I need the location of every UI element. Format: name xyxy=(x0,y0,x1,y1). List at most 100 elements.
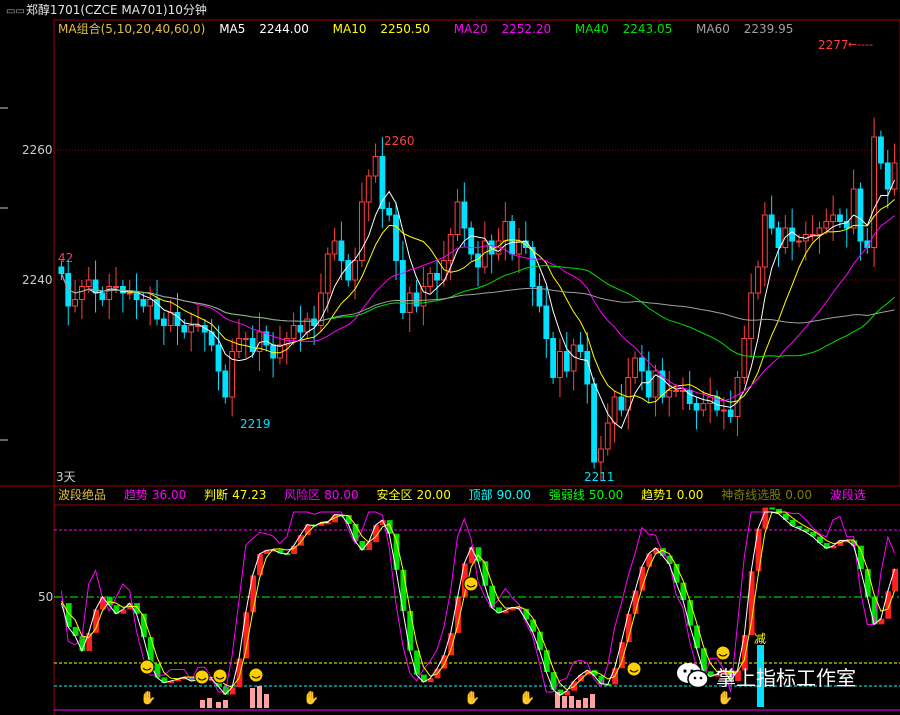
chart-area[interactable]: 2260 2240 42 3天 2277 ←---- 2260 2219 221… xyxy=(0,0,900,715)
candle-body xyxy=(741,338,748,378)
magic-line-value: 0.00 xyxy=(785,488,812,502)
candle-body xyxy=(720,409,727,412)
candle-body xyxy=(748,292,755,339)
candle-body xyxy=(160,318,167,326)
candle-body xyxy=(632,357,638,378)
candle-body xyxy=(878,136,884,164)
candle-body xyxy=(857,188,864,242)
safe-value: 20.00 xyxy=(416,488,451,502)
candle-body xyxy=(577,344,584,352)
candle-body xyxy=(106,286,113,300)
indicator-bar xyxy=(864,569,871,597)
candle-body xyxy=(823,221,830,229)
candle-body xyxy=(796,240,802,243)
candle-body xyxy=(516,240,522,255)
candle-body xyxy=(181,325,188,333)
candle-body xyxy=(167,312,174,326)
candle-body xyxy=(604,422,611,450)
watermark: 掌上指标工作室 xyxy=(676,656,856,696)
candle-body xyxy=(386,208,393,216)
candle-body xyxy=(188,325,195,333)
candle-body xyxy=(311,318,318,326)
indicator-bar xyxy=(400,569,407,611)
indicator-volume-bar xyxy=(207,698,212,708)
candle-body xyxy=(488,240,495,255)
candle-body xyxy=(399,260,406,313)
indicator-bar xyxy=(885,591,892,619)
candle-body xyxy=(734,377,741,417)
candle-body xyxy=(85,279,92,287)
indicator-bar xyxy=(769,507,776,510)
candle-body xyxy=(413,292,420,307)
candle-body xyxy=(755,266,761,294)
indicator-volume-bar xyxy=(257,686,262,708)
candle-body xyxy=(673,390,679,392)
candle-body xyxy=(454,201,461,235)
candle-body xyxy=(92,279,99,294)
candle-body xyxy=(242,338,249,340)
candle-body xyxy=(775,227,782,248)
candle-body xyxy=(502,221,509,242)
candle-body xyxy=(133,292,140,300)
candle-body xyxy=(570,344,577,372)
candle-body xyxy=(475,253,481,268)
thumbs-up-icon: ✋ xyxy=(519,690,535,706)
candle-body xyxy=(591,383,598,463)
smiley-icon xyxy=(212,668,228,684)
candle-body xyxy=(147,299,154,307)
top-label: 顶部 xyxy=(468,488,493,502)
candle-body xyxy=(830,214,837,222)
candle-body xyxy=(393,214,399,261)
candle-body xyxy=(871,136,878,248)
thumbs-up-icon: ✋ xyxy=(140,690,156,706)
trend1-value: 0.00 xyxy=(676,488,704,502)
smiley-icon xyxy=(626,661,642,677)
indicator-name[interactable]: 波段绝品 xyxy=(58,488,106,502)
watermark-text: 掌上指标工作室 xyxy=(716,665,856,690)
wechat-icon xyxy=(677,663,709,689)
candle-body xyxy=(372,156,379,177)
candle-body xyxy=(679,390,686,392)
high-marker-label: 2277 xyxy=(818,38,849,52)
candle-body xyxy=(461,201,468,229)
indicator-bar xyxy=(892,568,898,592)
candle-body xyxy=(584,351,591,385)
candle-body xyxy=(761,214,768,268)
smiley-signals xyxy=(139,576,731,685)
smiley-icon xyxy=(194,669,210,685)
indicator-volume-bars xyxy=(200,686,595,708)
candle-body xyxy=(638,357,645,372)
candle-body xyxy=(837,214,843,222)
safe-label: 安全区 xyxy=(376,488,413,502)
candle-body xyxy=(174,312,181,326)
period-label: 3天 xyxy=(56,470,76,484)
candle-body xyxy=(550,338,557,378)
buy-signal-label: 减 xyxy=(754,632,766,646)
candle-body xyxy=(434,273,440,281)
candle-body xyxy=(768,214,775,229)
indicator-volume-bar xyxy=(223,700,228,708)
candle-body xyxy=(324,253,331,294)
judge-value: 47.23 xyxy=(232,488,267,502)
candle-body xyxy=(536,286,543,307)
candle-body xyxy=(543,305,550,339)
indicator-volume-bar xyxy=(250,688,255,708)
candle-body xyxy=(222,370,229,398)
band-select-label: 波段选 xyxy=(829,488,866,502)
candle-body xyxy=(557,351,563,378)
candle-body xyxy=(789,227,796,242)
candle-body xyxy=(140,299,147,307)
left-marker-label: 42 xyxy=(58,251,73,265)
candle-body xyxy=(468,227,475,255)
indicator-bar xyxy=(407,610,414,651)
indicator-volume-bar xyxy=(200,700,205,708)
thumbs-up-icon: ✋ xyxy=(303,690,319,706)
risk-label: 风险区 xyxy=(284,488,321,502)
thumbs-up-signals: ✋ ✋ ✋ ✋ ✋ xyxy=(140,690,733,706)
peak-annotation: 2260 xyxy=(384,134,415,148)
thumbs-up-icon: ✋ xyxy=(464,690,480,706)
candle-body xyxy=(72,299,78,307)
strength-label: 强弱线 xyxy=(548,488,585,502)
candle-body xyxy=(365,175,372,203)
judge-label: 判断 xyxy=(204,488,229,502)
